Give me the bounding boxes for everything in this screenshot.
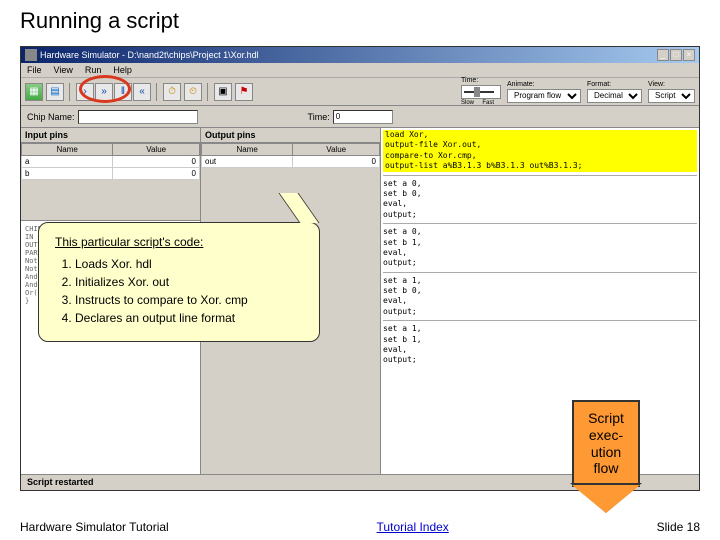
animate-label: Animate: <box>507 81 581 88</box>
tick-button[interactable]: ⏲ <box>184 83 202 101</box>
eval-button[interactable]: ⏱ <box>163 83 181 101</box>
col-value: Value <box>113 144 200 156</box>
slide-title: Running a script <box>0 0 720 46</box>
time-field[interactable] <box>333 110 393 124</box>
animate-select[interactable]: Program flow <box>507 89 581 103</box>
chip-name-label: Chip Name: <box>27 112 75 122</box>
speed-slider[interactable] <box>461 85 501 99</box>
output-pins-table: NameValue out0 <box>201 143 380 168</box>
table-row[interactable]: a0 <box>22 156 200 168</box>
maximize-button[interactable]: □ <box>670 49 682 61</box>
tutorial-index-link[interactable]: Tutorial Index <box>377 520 449 534</box>
input-pins-table: NameValue a0 b0 <box>21 143 200 180</box>
window-controls: _ □ × <box>657 49 695 61</box>
app-icon <box>25 49 37 61</box>
menu-help[interactable]: Help <box>113 65 132 75</box>
down-arrow-icon <box>572 485 640 513</box>
time-field-label: Time: <box>308 112 330 122</box>
callout-item: Declares an output line format <box>75 311 303 325</box>
menu-file[interactable]: File <box>27 65 42 75</box>
rewind-button[interactable]: « <box>133 83 151 101</box>
speed-hint: Slow Fast <box>461 100 501 106</box>
callout-item: Instructs to compare to Xor. cmp <box>75 293 303 307</box>
load-script-button[interactable]: ▤ <box>46 83 64 101</box>
script-pane: load Xor, output-file Xor.out, compare-t… <box>381 128 699 478</box>
titlebar: Hardware Simulator - D:\nand2t\chips\Pro… <box>21 47 699 63</box>
callout-title: This particular script's code: <box>55 235 303 249</box>
format-label: Format: <box>587 81 642 88</box>
close-button[interactable]: × <box>683 49 695 61</box>
output-pins-header: Output pins <box>201 128 380 143</box>
callout-item: Initializes Xor. out <box>75 275 303 289</box>
script-highlight: load Xor, output-file Xor.out, compare-t… <box>383 130 697 172</box>
info-bar: Chip Name: Time: <box>21 106 699 128</box>
view-select[interactable]: Script <box>648 89 695 103</box>
table-row[interactable]: out0 <box>202 156 380 168</box>
slide-footer: Hardware Simulator Tutorial Tutorial Ind… <box>20 520 700 534</box>
menubar: File View Run Help <box>21 63 699 78</box>
flag-button[interactable]: ⚑ <box>235 83 253 101</box>
minimize-button[interactable]: _ <box>657 49 669 61</box>
time-label: Time: <box>461 77 501 84</box>
footer-left: Hardware Simulator Tutorial <box>20 520 169 534</box>
speed-control: Time: Slow Fast <box>461 77 501 106</box>
col-name: Name <box>22 144 113 156</box>
annotation-callout: This particular script's code: Loads Xor… <box>38 222 320 342</box>
callout-item: Loads Xor. hdl <box>75 257 303 271</box>
input-pins-header: Input pins <box>21 128 200 143</box>
menu-run[interactable]: Run <box>85 65 102 75</box>
table-row[interactable]: b0 <box>22 168 200 180</box>
screen-button[interactable]: ▣ <box>214 83 232 101</box>
format-select[interactable]: Decimal <box>587 89 642 103</box>
chip-name-field[interactable] <box>78 110 198 124</box>
load-chip-button[interactable]: ▦ <box>25 83 43 101</box>
toolbar: ▦ ▤ › » ‖ « ⏱ ⏲ ▣ ⚑ Time: Slow Fast Anim… <box>21 78 699 106</box>
menu-view[interactable]: View <box>54 65 73 75</box>
flow-text: Script exec-ution flow <box>588 410 624 476</box>
window-title: Hardware Simulator - D:\nand2t\chips\Pro… <box>40 50 657 60</box>
highlight-ellipse <box>79 75 131 103</box>
view-label: View: <box>648 81 695 88</box>
slide-number: Slide 18 <box>657 520 700 534</box>
